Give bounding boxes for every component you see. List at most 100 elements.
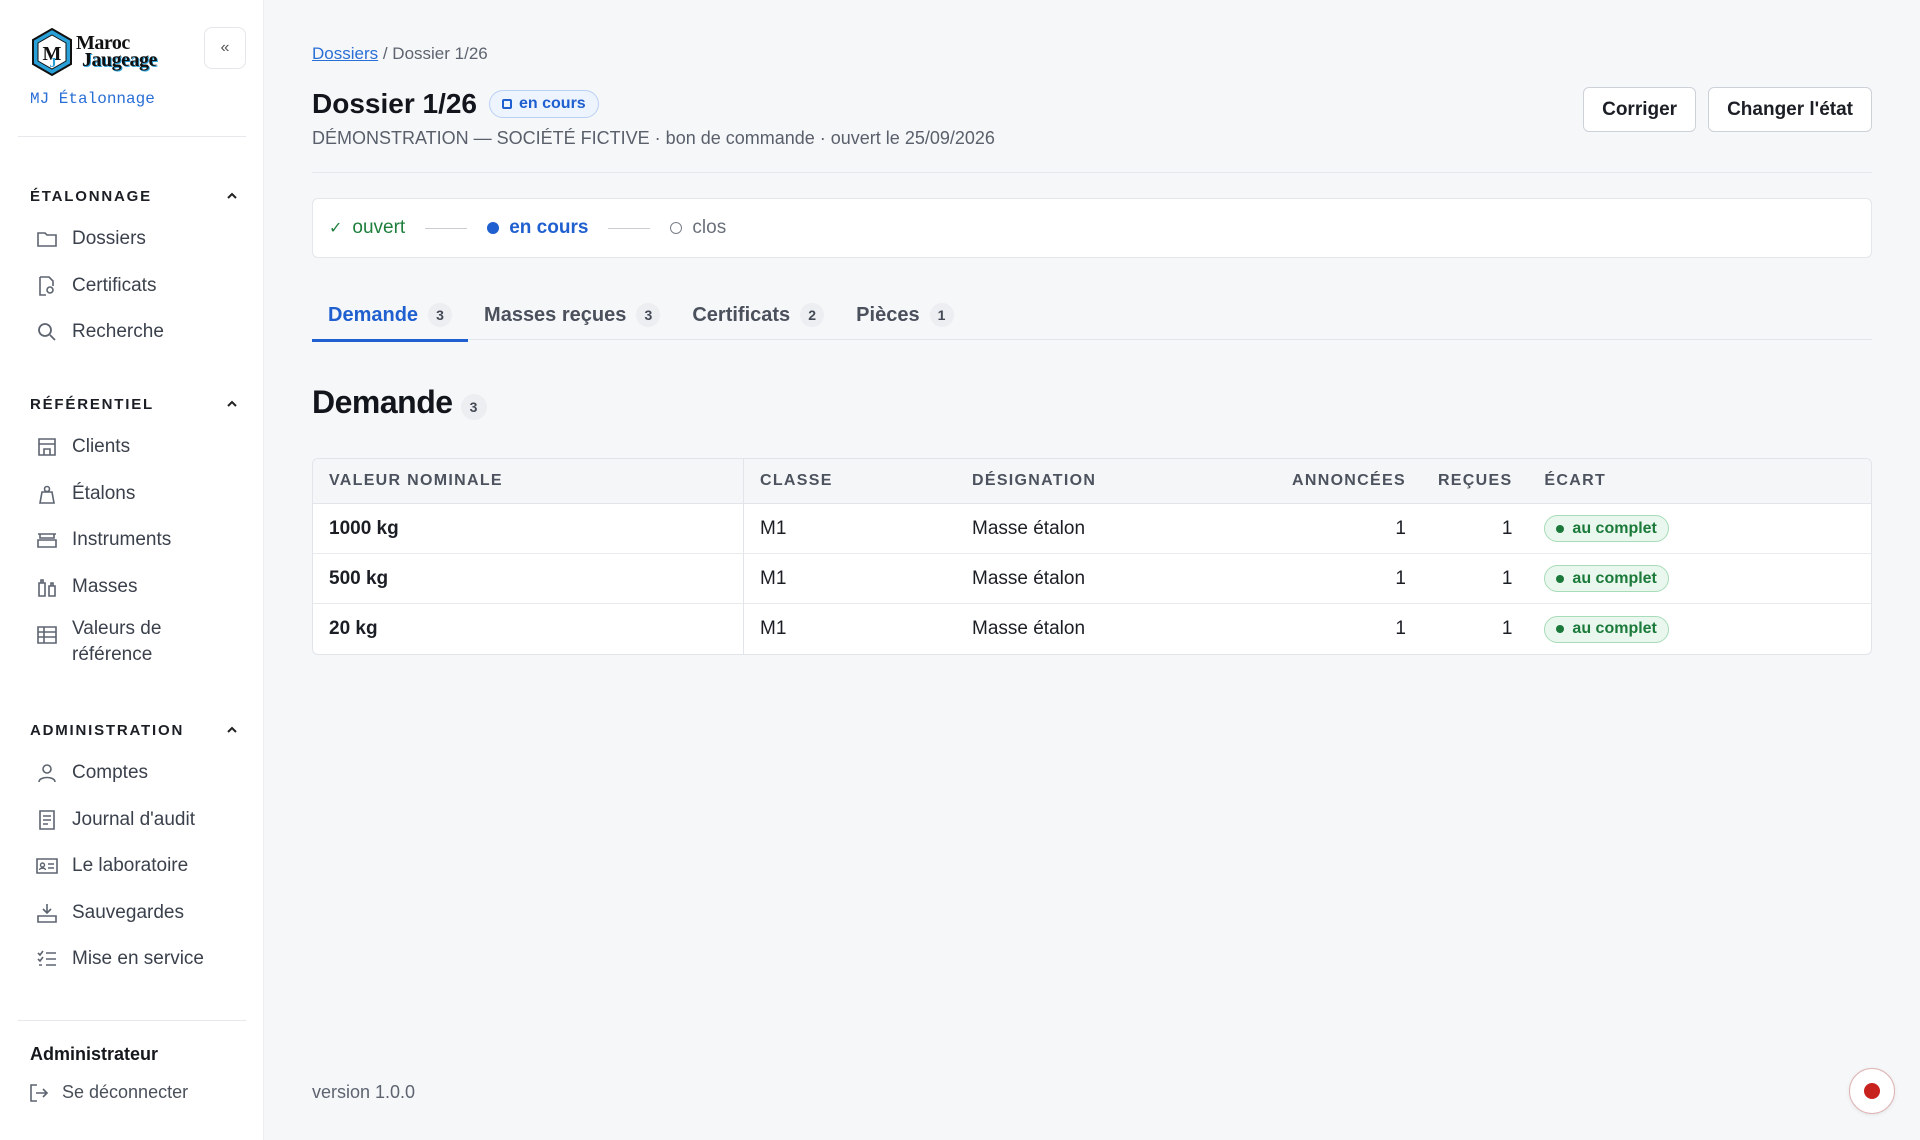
search-icon <box>36 321 58 343</box>
breadcrumb-separator: / <box>378 44 393 63</box>
ecart-badge-label: au complet <box>1572 569 1657 587</box>
sidebar-item-label: Instruments <box>72 529 172 551</box>
sidebar-item-masses[interactable]: Masses <box>0 564 264 611</box>
table-row[interactable]: 1000 kg M1 Masse étalon 1 1 au complet <box>313 504 1871 554</box>
app-name: MJ Étalonnage <box>30 90 155 108</box>
journal-icon <box>36 809 58 831</box>
tab-certificats[interactable]: Certificats 2 <box>676 290 840 340</box>
cell-nominal: 500 kg <box>313 554 744 604</box>
tab-label: Certificats <box>692 303 791 326</box>
cell-recues: 1 <box>1421 554 1529 604</box>
check-icon: ✓ <box>329 220 343 237</box>
ecart-badge-label: au complet <box>1572 620 1657 637</box>
cell-designation: Masse étalon <box>956 504 1276 554</box>
ecart-badge: au complet <box>1544 565 1669 592</box>
tab-pieces[interactable]: Pièces 1 <box>840 290 969 340</box>
section-header-etalonnage[interactable]: ÉTALONNAGE <box>0 184 264 208</box>
sidebar-item-label: Mise en service <box>72 948 204 970</box>
tab-label: Pièces <box>856 303 920 326</box>
chevron-up-icon <box>226 398 238 410</box>
logo-emblem-icon: M J <box>30 27 74 77</box>
section-header-referentiel[interactable]: RÉFÉRENTIEL <box>0 392 264 416</box>
tab-bar: Demande 3 Masses reçues 3 Certificats 2 … <box>312 290 1872 342</box>
section-heading-row: Demande 3 <box>312 384 487 421</box>
sidebar-section-etalonnage: ÉTALONNAGE Dossiers Certificats Recherch… <box>0 184 264 356</box>
logout-icon <box>30 1083 48 1102</box>
svg-text:J: J <box>50 56 57 71</box>
column-header-annoncees: ANNONCÉES <box>1276 459 1422 504</box>
sidebar-item-label: Valeurs de référence <box>72 618 162 665</box>
version-label: version 1.0.0 <box>312 1082 416 1102</box>
sidebar-item-label: Le laboratoire <box>72 855 189 877</box>
ecart-badge-label: au complet <box>1572 519 1657 537</box>
status-square-icon <box>502 99 512 109</box>
header-divider <box>312 172 1872 173</box>
sidebar-item-comptes[interactable]: Comptes <box>0 750 264 797</box>
cell-designation: Masse étalon <box>972 618 1086 639</box>
sidebar-divider <box>18 1020 246 1021</box>
title-row: Dossier 1/26 en cours <box>312 88 599 120</box>
status-dot-icon <box>1556 524 1565 533</box>
ecart-badge: au complet <box>1544 615 1669 643</box>
logout-label: Se déconnecter <box>62 1082 189 1102</box>
sidebar-item-journal-audit[interactable]: Journal d'audit <box>0 797 264 844</box>
section-header-administration[interactable]: ADMINISTRATION <box>0 718 264 742</box>
sidebar-item-instruments[interactable]: Instruments <box>0 517 264 564</box>
table-row[interactable]: 500 kg M1 Masse étalon 1 1 au complet <box>313 554 1871 604</box>
sidebar-item-label: Sauvegardes <box>72 901 184 923</box>
step-connector <box>425 227 468 229</box>
sidebar-item-label: Étalons <box>72 482 136 504</box>
tab-label: Masses reçues <box>484 303 627 326</box>
column-header-designation: DÉSIGNATION <box>956 459 1276 504</box>
cell-classe: M1 <box>760 618 787 639</box>
sidebar-item-valeurs-de-reference[interactable]: Valeurs de référence <box>0 610 264 672</box>
sidebar-item-label: Dossiers <box>72 228 146 250</box>
tab-label: Demande <box>328 303 419 326</box>
sidebar-item-mise-en-service[interactable]: Mise en service <box>0 936 264 983</box>
logout-button[interactable]: Se déconnecter <box>30 1082 188 1103</box>
page-actions: Corriger Changer l'état <box>1583 87 1872 132</box>
cell-ecart: au complet <box>1528 604 1871 654</box>
collapse-sidebar-button[interactable]: « <box>204 27 246 69</box>
column-header-classe: CLASSE <box>744 459 956 504</box>
page-title: Dossier 1/26 <box>312 88 477 119</box>
sidebar-item-certificats[interactable]: Certificats <box>0 263 264 310</box>
table-row[interactable]: 20 kg M1 Masse étalon 1 1 au complet <box>313 604 1871 654</box>
sidebar-item-sauvegardes[interactable]: Sauvegardes <box>0 890 264 937</box>
correct-button[interactable]: Corriger <box>1583 87 1697 132</box>
sidebar-item-label: Comptes <box>72 762 149 784</box>
cell-recues: 1 <box>1421 504 1529 554</box>
change-state-button[interactable]: Changer l'état <box>1708 87 1872 132</box>
sidebar-item-recherche[interactable]: Recherche <box>0 309 264 356</box>
tab-demande[interactable]: Demande 3 <box>312 290 469 342</box>
cell-classe: M1 <box>744 504 956 554</box>
breadcrumb-current: Dossier 1/26 <box>392 44 488 63</box>
checklist-icon <box>36 948 58 970</box>
tab-masses-recues[interactable]: Masses reçues 3 <box>468 290 676 340</box>
cell-designation: Masse étalon <box>956 554 1276 604</box>
column-header-ecart: ÉCART <box>1528 459 1871 504</box>
download-icon <box>36 902 58 924</box>
record-button[interactable] <box>1849 1068 1895 1114</box>
status-dot-icon <box>1556 625 1565 633</box>
tab-count-badge: 3 <box>428 303 453 327</box>
chevron-up-icon <box>226 190 238 202</box>
status-badge-label: en cours <box>519 95 586 112</box>
current-step-dot-icon <box>487 222 500 234</box>
user-icon <box>36 762 58 784</box>
status-badge: en cours <box>489 90 599 118</box>
section-title: ADMINISTRATION <box>30 721 185 739</box>
sidebar-section-referentiel: RÉFÉRENTIEL Clients Étalons Instruments … <box>0 392 264 672</box>
sidebar-item-dossiers[interactable]: Dossiers <box>0 216 264 263</box>
cell-nominal: 20 kg <box>313 604 744 654</box>
sidebar-item-laboratoire[interactable]: Le laboratoire <box>0 843 264 890</box>
status-stepper: ✓ ouvert en cours clos <box>312 198 1872 258</box>
sidebar-section-administration: ADMINISTRATION Comptes Journal d'audit L… <box>0 718 264 983</box>
sidebar-item-clients[interactable]: Clients <box>0 424 264 471</box>
certificate-icon <box>36 275 58 297</box>
breadcrumb-link-dossiers[interactable]: Dossiers <box>312 44 378 63</box>
sidebar-item-label: Journal d'audit <box>72 808 195 830</box>
sidebar-item-label: Clients <box>72 436 131 458</box>
masses-icon <box>36 576 58 598</box>
sidebar-item-etalons[interactable]: Étalons <box>0 471 264 518</box>
